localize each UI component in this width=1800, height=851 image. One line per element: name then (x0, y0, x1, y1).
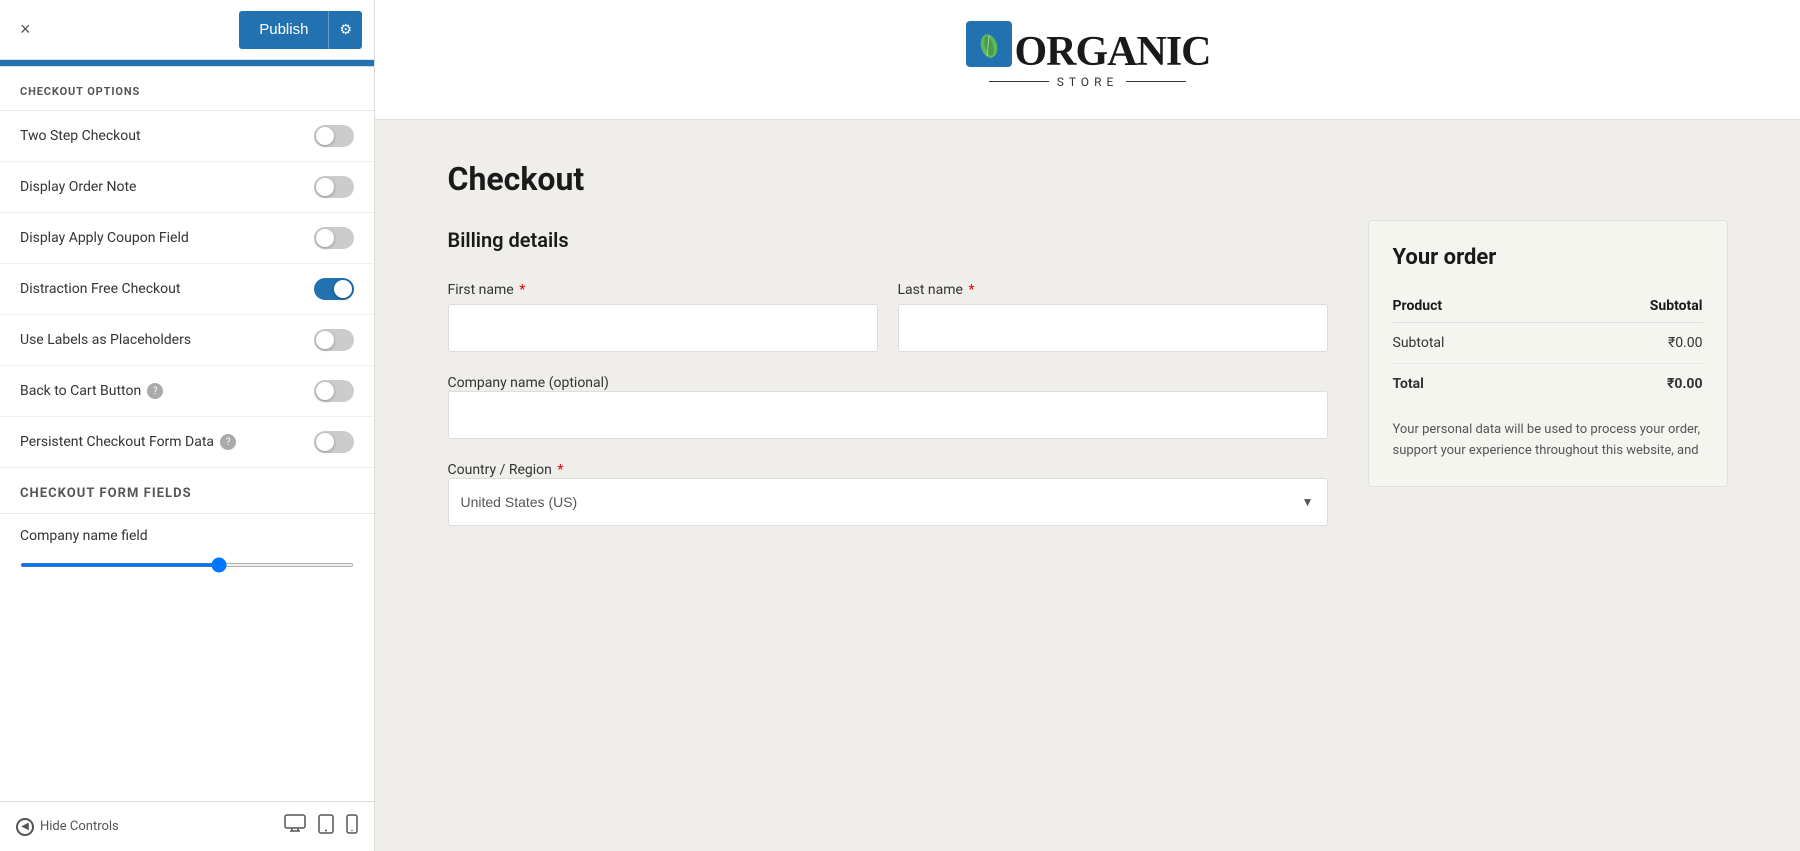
country-label: Country / Region * (448, 462, 564, 478)
back-to-cart-slider (314, 380, 354, 402)
publish-button[interactable]: Publish (239, 11, 328, 49)
option-row-persistent: Persistent Checkout Form Data ? (0, 417, 374, 468)
checkout-form-fields-section: CHECKOUT FORM FIELDS Company name field (0, 468, 374, 587)
company-field-label: Company name field (0, 514, 374, 552)
hide-controls-icon: ◀ (16, 818, 34, 836)
desktop-view-icon[interactable] (284, 814, 306, 839)
order-sidebar: Your order Product Subtotal Subtotal ₹0.… (1368, 220, 1728, 487)
company-input[interactable] (448, 391, 1328, 439)
settings-button[interactable]: ⚙ (328, 11, 362, 49)
checkout-options-section: CHECKOUT OPTIONS Two Step Checkout Displ… (0, 67, 374, 468)
hide-controls-label: Hide Controls (40, 819, 119, 834)
labels-toggle[interactable] (314, 329, 354, 351)
labels-slider (314, 329, 354, 351)
checkout-main: Checkout Billing details First name * La… (448, 160, 1328, 546)
name-row: First name * Last name * (448, 282, 1328, 352)
tab-bar (0, 60, 374, 67)
logo-box (966, 21, 1012, 67)
distraction-free-label: Distraction Free Checkout (20, 281, 180, 297)
country-required: * (557, 462, 563, 478)
two-step-slider (314, 125, 354, 147)
tablet-view-icon[interactable] (318, 814, 334, 839)
option-row-distraction-free: Distraction Free Checkout (0, 264, 374, 315)
last-name-required: * (968, 282, 974, 298)
option-row-coupon: Display Apply Coupon Field (0, 213, 374, 264)
company-group: Company name (optional) (448, 372, 1328, 439)
subtotal-col-header: Subtotal (1546, 290, 1702, 323)
logo-line-left (989, 81, 1049, 82)
order-table-header-row: Product Subtotal (1393, 290, 1703, 323)
option-row-two-step: Two Step Checkout (0, 111, 374, 162)
two-step-toggle[interactable] (314, 125, 354, 147)
two-step-label: Two Step Checkout (20, 128, 141, 144)
checkout-form-fields-title: CHECKOUT FORM FIELDS (0, 468, 374, 514)
first-name-input[interactable] (448, 304, 878, 352)
country-group: Country / Region * United States (US) ▼ (448, 459, 1328, 526)
logo-sub-text: STORE (1049, 75, 1127, 89)
distraction-free-toggle[interactable] (314, 278, 354, 300)
view-icons (284, 814, 358, 839)
left-panel: × Publish ⚙ CHECKOUT OPTIONS Two Step Ch… (0, 0, 375, 851)
subtotal-value-cell: ₹0.00 (1546, 323, 1702, 364)
logo-bottom: STORE (989, 75, 1187, 89)
panel-content: CHECKOUT OPTIONS Two Step Checkout Displ… (0, 67, 374, 801)
coupon-slider (314, 227, 354, 249)
first-name-required: * (519, 282, 525, 298)
first-name-group: First name * (448, 282, 878, 352)
country-select-wrapper: United States (US) ▼ (448, 478, 1328, 526)
option-row-labels: Use Labels as Placeholders (0, 315, 374, 366)
order-note-label: Display Order Note (20, 179, 136, 195)
active-tab (0, 60, 374, 66)
billing-details-title: Billing details (448, 228, 1328, 262)
checkout-title: Checkout (448, 160, 1328, 198)
preview-header: ORGANIC STORE (375, 0, 1800, 120)
company-label: Company name (optional) (448, 375, 609, 391)
publish-area: Publish ⚙ (239, 11, 362, 49)
persistent-slider (314, 431, 354, 453)
labels-label: Use Labels as Placeholders (20, 332, 191, 348)
logo-line-right (1126, 81, 1186, 82)
back-to-cart-label: Back to Cart Button ? (20, 383, 163, 399)
order-table: Product Subtotal Subtotal ₹0.00 Total ₹0… (1393, 290, 1703, 404)
persistent-help-icon[interactable]: ? (220, 434, 236, 450)
mobile-view-icon[interactable] (346, 814, 358, 839)
total-value-cell: ₹0.00 (1546, 364, 1702, 405)
leaf-icon (975, 30, 1003, 58)
persistent-label: Persistent Checkout Form Data ? (20, 434, 236, 450)
option-row-back-to-cart: Back to Cart Button ? (0, 366, 374, 417)
back-to-cart-toggle[interactable] (314, 380, 354, 402)
coupon-toggle[interactable] (314, 227, 354, 249)
back-to-cart-help-icon[interactable]: ? (147, 383, 163, 399)
logo-brand-text: ORGANIC (1014, 31, 1210, 73)
product-col-header: Product (1393, 290, 1547, 323)
country-select[interactable]: United States (US) (448, 478, 1328, 526)
order-subtotal-row: Subtotal ₹0.00 (1393, 323, 1703, 364)
option-row-order-note: Display Order Note (0, 162, 374, 213)
close-button[interactable]: × (12, 15, 39, 44)
persistent-toggle[interactable] (314, 431, 354, 453)
total-label-cell: Total (1393, 364, 1547, 405)
company-field-slider[interactable] (20, 563, 354, 567)
logo-text-container: ORGANIC (1014, 31, 1210, 73)
last-name-label: Last name * (898, 282, 1328, 298)
first-name-label: First name * (448, 282, 878, 298)
logo-wrapper: ORGANIC STORE (964, 31, 1210, 89)
hide-controls-button[interactable]: ◀ Hide Controls (16, 818, 119, 836)
checkout-content: Checkout Billing details First name * La… (388, 120, 1788, 586)
order-note-toggle[interactable] (314, 176, 354, 198)
subtotal-label-cell: Subtotal (1393, 323, 1547, 364)
coupon-label: Display Apply Coupon Field (20, 230, 189, 246)
right-panel: ORGANIC STORE Checkout Billing details F… (375, 0, 1800, 851)
top-bar: × Publish ⚙ (0, 0, 374, 60)
order-note-slider (314, 176, 354, 198)
logo-row: ORGANIC (964, 31, 1210, 73)
distraction-free-slider (314, 278, 354, 300)
bottom-bar: ◀ Hide Controls (0, 801, 374, 851)
order-total-row: Total ₹0.00 (1393, 364, 1703, 405)
privacy-note: Your personal data will be used to proce… (1393, 420, 1703, 462)
order-title: Your order (1393, 245, 1703, 270)
checkout-options-title: CHECKOUT OPTIONS (0, 67, 374, 111)
last-name-input[interactable] (898, 304, 1328, 352)
last-name-group: Last name * (898, 282, 1328, 352)
